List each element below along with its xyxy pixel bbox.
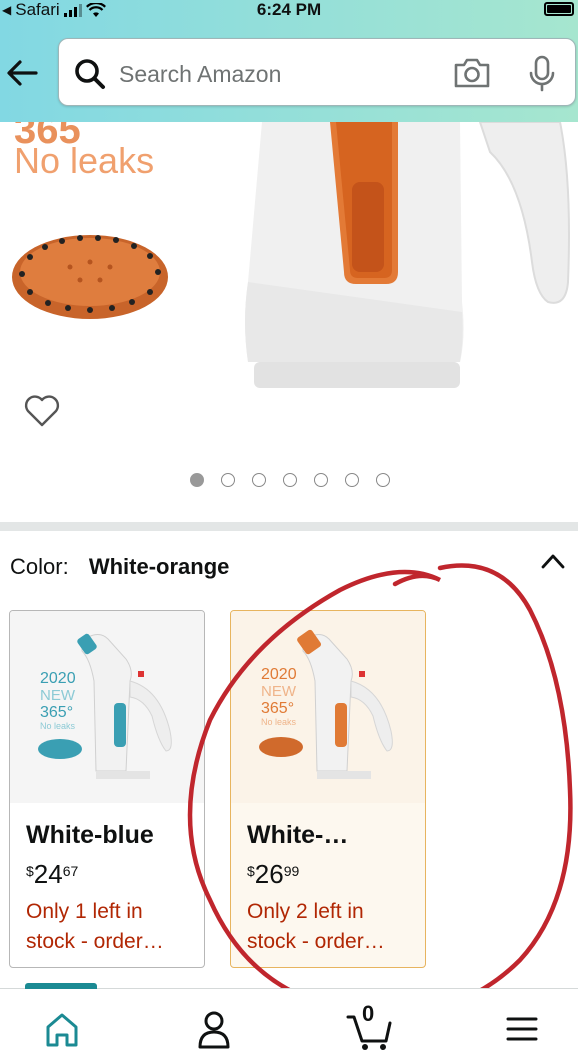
header: ◀ Safari 6:24 PM Search Amazon [0,0,578,122]
option-price: $2699 [247,859,299,890]
option-price: $2467 [26,859,78,890]
menu-icon[interactable] [500,1007,544,1051]
option-thumbnail-image: 2020 NEW 365° No leaks [259,629,393,779]
cart-count-badge: 0 [362,1001,375,1026]
option-thumbnail-image: 2020 NEW 365° No leaks [38,633,172,779]
carousel-dot[interactable] [221,473,235,487]
option-name: White-blue [26,821,154,849]
carousel-dot[interactable] [252,473,266,487]
collapse-chevron-icon[interactable] [540,552,566,570]
color-option-white-blue[interactable]: 2020 NEW 365° No leaks White-blue $2467 … [9,610,205,968]
price-currency: $ [26,863,34,879]
color-selection: Color: White-orange [10,554,229,580]
bottom-tab-bar: 0 [0,983,578,1064]
search-bar[interactable]: Search Amazon [58,38,576,106]
color-option-white-orange[interactable]: 2020 NEW 365° No leaks White-… $2699 Onl… [230,610,426,968]
thumb-tag: No leaks [261,717,297,727]
price-whole: 26 [254,859,284,889]
thumb-new: NEW [261,683,297,700]
search-icon [75,59,105,89]
section-divider [0,522,578,531]
status-bar: ◀ Safari 6:24 PM [0,0,578,24]
price-fraction: 99 [283,863,300,879]
back-arrow-icon[interactable] [6,58,38,88]
carousel-dot[interactable] [345,473,359,487]
thumb-num: 365° [261,700,294,717]
wishlist-heart-icon[interactable] [24,394,60,428]
thumb-num: 365° [40,704,73,721]
account-icon[interactable] [192,1007,236,1051]
stock-status: Only 1 left in stock - order… [26,900,164,953]
thumb-new: NEW [40,687,76,704]
microphone-icon[interactable] [527,55,557,93]
selected-color: White-orange [88,554,230,579]
thumb-tag: No leaks [40,721,76,731]
thumb-year: 2020 [40,670,76,687]
search-input[interactable]: Search Amazon [119,61,281,88]
thumb-year: 2020 [261,666,297,683]
product-photo [12,122,570,388]
price-fraction: 67 [62,863,79,879]
home-icon[interactable] [40,1007,84,1051]
carousel-dot[interactable] [314,473,328,487]
option-name: White-… [247,821,349,849]
carousel-dot[interactable] [283,473,297,487]
carousel-dots[interactable] [190,473,390,487]
price-currency: $ [247,863,255,879]
camera-icon[interactable] [453,55,491,91]
clock: 6:24 PM [256,0,322,19]
product-image-carousel[interactable]: 365 No leaks [0,122,578,522]
color-label: Color: [10,554,69,579]
price-whole: 24 [33,859,63,889]
product-page: ◀ Safari 6:24 PM Search Amazon 365 No le… [0,0,578,1064]
carousel-dot[interactable] [376,473,390,487]
option-thumbnail: 2020 NEW 365° No leaks [10,611,204,803]
stock-status: Only 2 left in stock - order… [247,900,385,953]
battery-icon [544,2,574,16]
active-tab-indicator [25,983,97,989]
carousel-dot[interactable] [190,473,204,487]
option-thumbnail: 2020 NEW 365° No leaks [231,611,425,803]
